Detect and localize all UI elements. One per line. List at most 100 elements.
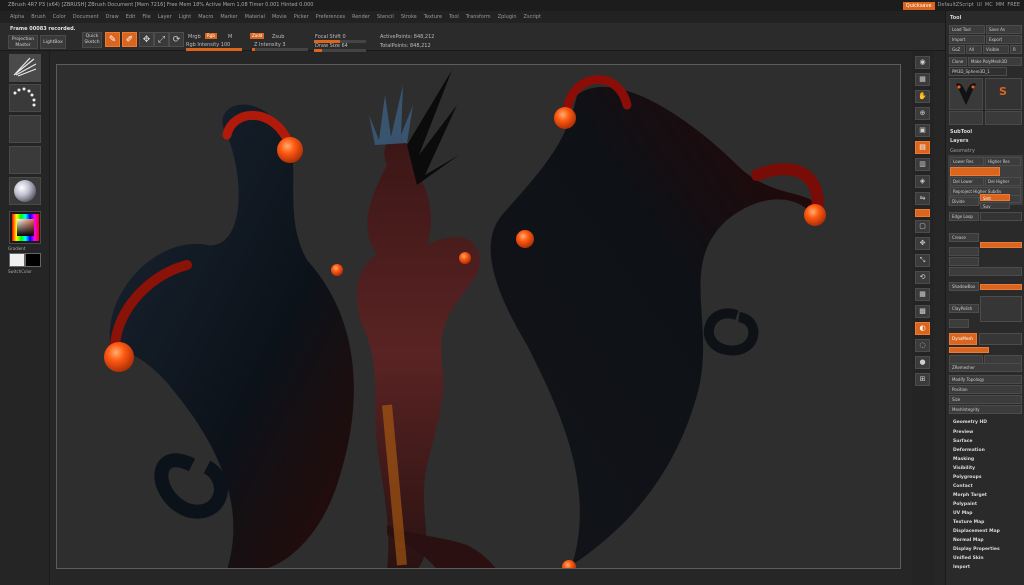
scale-view-button[interactable]: ⤡: [915, 254, 930, 267]
section-import[interactable]: Import: [953, 565, 970, 570]
all-button[interactable]: All: [966, 45, 982, 54]
section-visibility[interactable]: Visibility: [953, 466, 975, 471]
sdiv-slider[interactable]: [950, 167, 1000, 176]
smt-button[interactable]: Smt: [980, 194, 1010, 201]
menu-draw[interactable]: Draw: [106, 11, 119, 23]
menu-render[interactable]: Render: [352, 11, 370, 23]
section-texture-map[interactable]: Texture Map: [953, 520, 984, 525]
section-polygroups[interactable]: Polygroups: [953, 475, 982, 480]
xyz-button[interactable]: [915, 209, 930, 217]
section-polypaint[interactable]: Polypaint: [953, 502, 977, 507]
local-button[interactable]: ◈: [915, 175, 930, 188]
menu-file[interactable]: File: [142, 11, 150, 23]
r-button[interactable]: R: [1010, 45, 1022, 54]
menu-preferences[interactable]: Preferences: [316, 11, 345, 23]
size-button[interactable]: Size: [949, 395, 1022, 404]
import-button[interactable]: Import: [949, 35, 985, 44]
actual-button[interactable]: ▣: [915, 124, 930, 137]
meshintegrity-button[interactable]: MeshIntegrity: [949, 405, 1022, 414]
persp-button[interactable]: ▤: [915, 141, 930, 154]
polish-toggle[interactable]: [949, 319, 969, 328]
section-morph-target[interactable]: Morph Target: [953, 493, 987, 498]
higher-res-button[interactable]: Higher Res: [985, 157, 1021, 166]
texture-slot[interactable]: [9, 146, 41, 174]
move-button[interactable]: ✥: [139, 32, 154, 47]
rotate-button[interactable]: ⟳: [169, 32, 184, 47]
move-view-button[interactable]: ✥: [915, 237, 930, 250]
menu-stencil[interactable]: Stencil: [377, 11, 394, 23]
load-tool-button[interactable]: Load Tool: [949, 25, 985, 34]
visible-button[interactable]: Visible: [983, 45, 1009, 54]
section-uv-map[interactable]: UV Map: [953, 511, 972, 516]
resolution-slider[interactable]: [949, 347, 989, 353]
menu-zplugin[interactable]: Zplugin: [498, 11, 517, 23]
crease-button[interactable]: Crease: [949, 233, 979, 242]
menu-picker[interactable]: Picker: [294, 11, 309, 23]
spix-button[interactable]: ▦: [915, 73, 930, 86]
lsym-button[interactable]: ⇋: [915, 192, 930, 205]
divide-button[interactable]: Divide: [949, 197, 979, 206]
m-toggle[interactable]: M: [228, 34, 232, 40]
transp-button[interactable]: ◐: [915, 322, 930, 335]
viewport-canvas[interactable]: [56, 64, 901, 569]
save-as-button[interactable]: Save As: [986, 25, 1022, 34]
polyf-button[interactable]: ▩: [915, 305, 930, 318]
menu-tool[interactable]: Tool: [449, 11, 459, 23]
alpha-slot[interactable]: [9, 115, 41, 143]
quicksave-button[interactable]: Quicksave: [902, 2, 935, 10]
menu-zscript[interactable]: Zscript: [524, 11, 541, 23]
zoom-button[interactable]: ⊕: [915, 107, 930, 120]
rgb-toggle[interactable]: Rgb: [205, 33, 217, 39]
claypolish-options[interactable]: [980, 296, 1022, 322]
linefill-button[interactable]: ▦: [915, 288, 930, 301]
mm-button[interactable]: MM: [996, 0, 1005, 11]
rgb-intensity-slider[interactable]: [186, 48, 242, 51]
main-color-swatch[interactable]: [9, 253, 25, 267]
edge-loop-button[interactable]: Edge Loop: [949, 212, 979, 221]
frame-button[interactable]: ▢: [915, 220, 930, 233]
section-normal-map[interactable]: Normal Map: [953, 538, 984, 543]
shadowbox-toggle[interactable]: [949, 257, 979, 266]
zadd-toggle[interactable]: Zadd: [250, 33, 265, 39]
dynamesh-button[interactable]: DynaMesh: [949, 333, 977, 345]
section-display-properties[interactable]: Display Properties: [953, 547, 1000, 552]
lightbox-button[interactable]: LightBox: [40, 35, 66, 49]
secondary-color-swatch[interactable]: [25, 253, 41, 267]
section-deformation[interactable]: Deformation: [953, 448, 985, 453]
section-displacement-map[interactable]: Displacement Map: [953, 529, 1000, 534]
menu-document[interactable]: Document: [73, 11, 99, 23]
del-lower-button[interactable]: Del Lower: [950, 177, 984, 186]
dynamesh-options[interactable]: [979, 333, 1022, 345]
ghost-button[interactable]: ◌: [915, 339, 930, 352]
section-geometry-hd[interactable]: Geometry HD: [953, 420, 987, 425]
draw-button[interactable]: ✐: [122, 32, 137, 47]
section-unified-skin[interactable]: Unified Skin: [953, 556, 984, 561]
edge-loop-options[interactable]: [980, 212, 1022, 221]
shadowbox-button[interactable]: ShadowBox: [949, 282, 979, 291]
tool-thumbnail-extra[interactable]: [985, 111, 1022, 125]
stroke-slot[interactable]: [9, 84, 41, 112]
menu-layer[interactable]: Layer: [158, 11, 172, 23]
section-preview[interactable]: Preview: [953, 430, 973, 435]
menu-color[interactable]: Color: [53, 11, 66, 23]
menu-texture[interactable]: Texture: [424, 11, 442, 23]
free-button[interactable]: FREE: [1007, 0, 1020, 11]
shadowbox-slider[interactable]: [980, 284, 1022, 290]
make-polymesh-button[interactable]: Make PolyMesh3D: [968, 57, 1022, 66]
menu-movie[interactable]: Movie: [272, 11, 287, 23]
tool-thumbnail-zspheres[interactable]: S: [985, 78, 1022, 110]
solo-button[interactable]: ●: [915, 356, 930, 369]
xpose-button[interactable]: ⊞: [915, 373, 930, 386]
mrgb-toggle[interactable]: Mrgb: [188, 34, 201, 40]
projection-master-button[interactable]: Projection Master: [8, 35, 38, 49]
ui-button[interactable]: UI: [977, 0, 982, 11]
suv-button[interactable]: Suv: [980, 202, 1010, 209]
zremesher-button[interactable]: ZRemesher: [949, 363, 1022, 372]
position-button[interactable]: Position: [949, 385, 1022, 394]
layers-header[interactable]: Layers: [950, 138, 969, 144]
section-masking[interactable]: Masking: [953, 457, 974, 462]
quick-sketch-button[interactable]: Quick Sketch: [82, 32, 102, 48]
menu-light[interactable]: Light: [179, 11, 191, 23]
export-button[interactable]: Export: [986, 35, 1022, 44]
lower-res-button[interactable]: Lower Res: [950, 157, 984, 166]
